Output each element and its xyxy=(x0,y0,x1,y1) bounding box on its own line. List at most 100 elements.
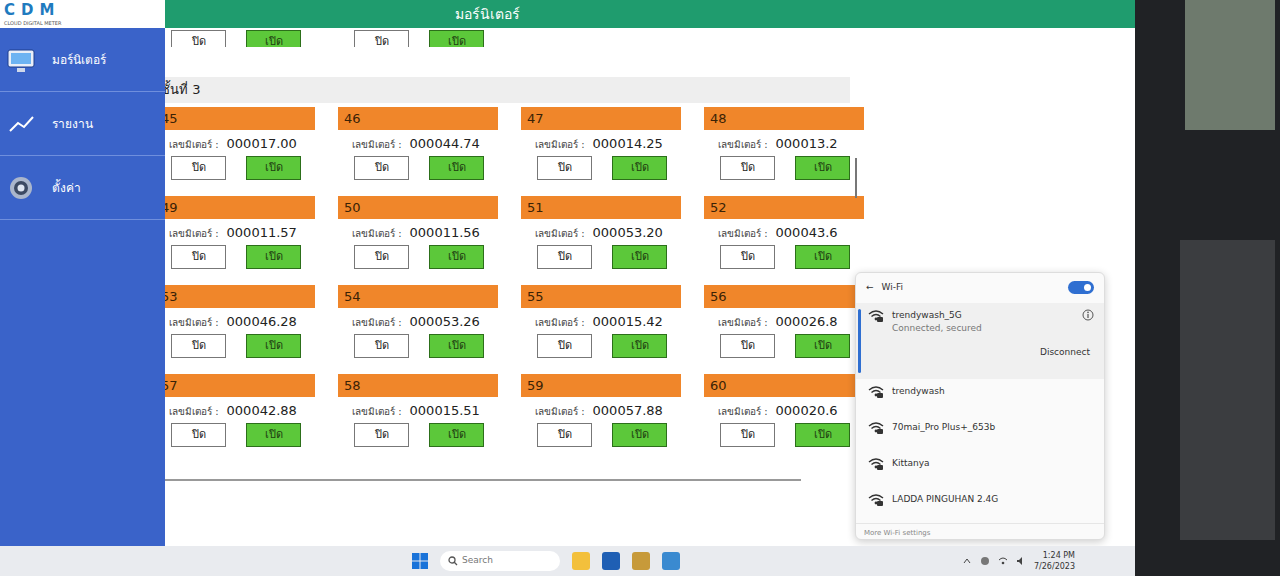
meter-grid: 45เลขมิเตอร์ :000017.00ปิดเปิด46เลขมิเตอ… xyxy=(165,107,855,453)
disconnect-button[interactable]: Disconnect xyxy=(1036,344,1094,362)
on-button[interactable]: เปิด xyxy=(612,423,667,447)
off-button[interactable]: ปิด xyxy=(354,245,409,269)
off-button[interactable]: ปิด xyxy=(537,334,592,358)
meter-reading: 000013.2 xyxy=(768,134,838,154)
meter-card: 50เลขมิเตอร์ :000011.56ปิดเปิด xyxy=(338,196,498,275)
meter-card: 52เลขมิเตอร์ :000043.6ปิดเปิด xyxy=(704,196,864,275)
on-button[interactable]: เปิด xyxy=(246,245,301,269)
meter-number: 55 xyxy=(521,285,681,309)
meter-reading: 000014.25 xyxy=(585,134,663,154)
meter-number: 56 xyxy=(704,285,864,309)
wifi-toggle[interactable] xyxy=(1068,281,1094,294)
on-button[interactable]: เปิด xyxy=(246,30,301,47)
on-button[interactable]: เปิด xyxy=(429,30,484,47)
off-button[interactable]: ปิด xyxy=(537,245,592,269)
network-name: trendywash_5G xyxy=(892,309,1074,323)
more-settings-link[interactable]: More Wi-Fi settings xyxy=(856,523,1104,541)
clock[interactable]: 1:24 PM7/26/2023 xyxy=(1034,550,1075,572)
app-icon[interactable] xyxy=(632,552,650,570)
on-button[interactable]: เปิด xyxy=(612,156,667,180)
windows-start-icon xyxy=(412,553,428,569)
on-button[interactable]: เปิด xyxy=(795,245,850,269)
store-icon[interactable] xyxy=(602,552,620,570)
wifi-network[interactable]: trendywash xyxy=(856,379,1104,415)
meter-reading: 000042.88 xyxy=(219,401,297,421)
off-button[interactable]: ปิด xyxy=(537,156,592,180)
on-button[interactable]: เปิด xyxy=(429,245,484,269)
taskbar-search[interactable]: Search xyxy=(440,551,560,571)
off-button[interactable]: ปิด xyxy=(354,30,409,47)
off-button[interactable]: ปิด xyxy=(171,30,226,47)
meter-number: 59 xyxy=(521,374,681,398)
report-icon xyxy=(6,109,36,139)
off-button[interactable]: ปิด xyxy=(171,423,226,447)
on-button[interactable]: เปิด xyxy=(795,423,850,447)
sidebar-item[interactable]: ตั้งค่า xyxy=(0,156,165,220)
off-button[interactable]: ปิด xyxy=(354,423,409,447)
on-button[interactable]: เปิด xyxy=(246,423,301,447)
meter-card: 54เลขมิเตอร์ :000053.26ปิดเปิด xyxy=(338,285,498,364)
logo-subtitle: CLOUD DIGITAL METER xyxy=(4,19,165,27)
meter-label: เลขมิเตอร์ : xyxy=(521,137,585,152)
sidebar: มอร์นิเตอร์รายงานตั้งค่า xyxy=(0,28,165,546)
meter-reading: 000043.6 xyxy=(768,223,838,243)
meter-number: 50 xyxy=(338,196,498,220)
wifi-lock-icon xyxy=(868,309,884,323)
off-button[interactable]: ปิด xyxy=(171,334,226,358)
wifi-network[interactable]: LADDA PINGUHAN 2.4G xyxy=(856,487,1104,523)
meter-label: เลขมิเตอร์ : xyxy=(165,226,219,241)
on-button[interactable]: เปิด xyxy=(429,334,484,358)
back-button[interactable]: ← xyxy=(866,281,874,295)
sidebar-item[interactable]: รายงาน xyxy=(0,92,165,156)
meter-reading: 000015.51 xyxy=(402,401,480,421)
meter-number: 57 xyxy=(165,374,315,398)
off-button[interactable]: ปิด xyxy=(354,334,409,358)
off-button[interactable]: ปิด xyxy=(720,334,775,358)
wifi-network[interactable]: 70mai_Pro Plus+_653b xyxy=(856,415,1104,451)
browser-icon[interactable] xyxy=(662,552,680,570)
wifi-network[interactable]: trendywash_5GConnected, securedDisconnec… xyxy=(856,303,1104,379)
meter-label: เลขมิเตอร์ : xyxy=(704,226,768,241)
meter-reading: 000046.28 xyxy=(219,312,297,332)
meter-label: เลขมิเตอร์ : xyxy=(704,315,768,330)
off-button[interactable]: ปิด xyxy=(171,245,226,269)
clock-date: 7/26/2023 xyxy=(1034,561,1075,572)
on-button[interactable]: เปิด xyxy=(795,156,850,180)
off-button[interactable]: ปิด xyxy=(720,156,775,180)
meter-card: 51เลขมิเตอร์ :000053.20ปิดเปิด xyxy=(521,196,681,275)
meter-label: เลขมิเตอร์ : xyxy=(521,226,585,241)
meter-label: เลขมิเตอร์ : xyxy=(521,315,585,330)
on-button[interactable]: เปิด xyxy=(246,156,301,180)
on-button[interactable]: เปิด xyxy=(429,423,484,447)
file-explorer-icon[interactable] xyxy=(572,552,590,570)
meter-card: 47 เลขมิเตอร์ :000014.25ปิด เปิด xyxy=(521,107,681,186)
search-icon xyxy=(448,556,458,566)
meter-reading: 000044.74 xyxy=(402,134,480,154)
meter-label: เลขมิเตอร์ : xyxy=(165,404,219,419)
previous-floor-row: ปิด เปิด ปิด เปิด xyxy=(165,28,855,47)
off-button[interactable]: ปิด xyxy=(720,423,775,447)
on-button[interactable]: เปิด xyxy=(612,334,667,358)
meter-number: 49 xyxy=(165,196,315,220)
meter-label: เลขมิเตอร์ : xyxy=(704,404,768,419)
app-logo: CDMCLOUD DIGITAL METER xyxy=(0,0,165,28)
off-button[interactable]: ปิด xyxy=(171,156,226,180)
meter-number: 47 xyxy=(521,107,681,131)
meter-label: เลขมิเตอร์ : xyxy=(165,137,219,152)
on-button[interactable]: เปิด xyxy=(612,245,667,269)
wifi-network[interactable]: Kittanya xyxy=(856,451,1104,487)
off-button[interactable]: ปิด xyxy=(537,423,592,447)
on-button[interactable]: เปิด xyxy=(795,334,850,358)
scrollbar[interactable] xyxy=(855,158,857,198)
meter-number: 53 xyxy=(165,285,315,309)
network-name: Kittanya xyxy=(892,457,1094,471)
off-button[interactable]: ปิด xyxy=(720,245,775,269)
meter-number: 60 xyxy=(704,374,864,398)
monitor-panel: ปิดเปิดปิดเปิดชั้นที่ 345เลขมิเตอร์ :000… xyxy=(165,28,1135,546)
off-button[interactable]: ปิด xyxy=(354,156,409,180)
sidebar-item[interactable]: มอร์นิเตอร์ xyxy=(0,28,165,92)
on-button[interactable]: เปิด xyxy=(429,156,484,180)
on-button[interactable]: เปิด xyxy=(246,334,301,358)
app-header: CDMCLOUD DIGITAL METERมอร์นิเตอร์ xyxy=(0,0,1135,28)
meter-reading: 000057.88 xyxy=(585,401,663,421)
